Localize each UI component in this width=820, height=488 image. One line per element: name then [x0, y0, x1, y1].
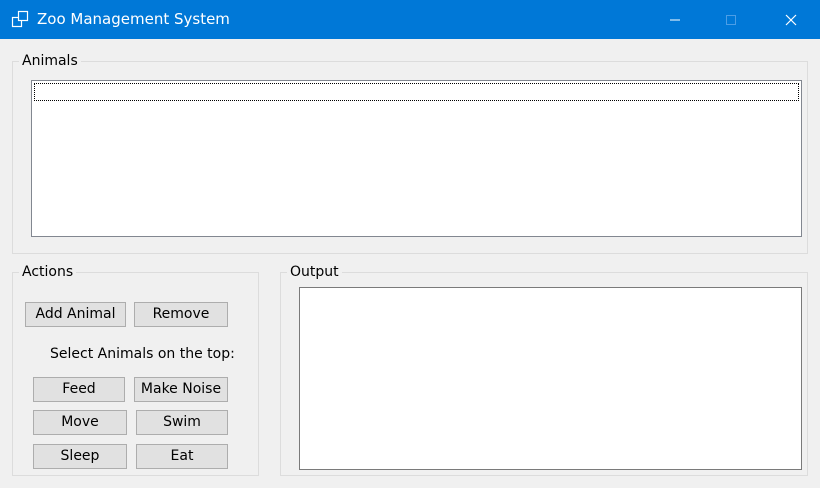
window-title: Zoo Management System [37, 10, 230, 28]
feed-button[interactable]: Feed [33, 377, 125, 402]
actions-groupbox: Actions Add Animal Remove Select Animals… [12, 263, 259, 476]
swim-button[interactable]: Swim [136, 410, 228, 435]
eat-button[interactable]: Eat [136, 444, 228, 469]
add-animal-button[interactable]: Add Animal [25, 302, 126, 327]
output-textbox[interactable] [299, 287, 802, 470]
output-groupbox: Output [280, 263, 808, 476]
minimize-button[interactable] [646, 0, 704, 39]
make-noise-button[interactable]: Make Noise [134, 377, 228, 402]
close-button[interactable] [762, 0, 820, 39]
actions-group-label: Actions [19, 263, 77, 281]
minimize-icon [670, 19, 680, 20]
list-focus-rectangle [34, 83, 799, 101]
animals-group-label: Animals [19, 52, 81, 70]
title-bar[interactable]: Zoo Management System [0, 0, 820, 39]
output-group-label: Output [287, 263, 342, 281]
sleep-button[interactable]: Sleep [33, 444, 127, 469]
app-icon [11, 10, 29, 28]
animals-groupbox: Animals [12, 52, 808, 254]
maximize-icon [726, 14, 736, 25]
animals-listbox[interactable] [31, 80, 802, 237]
maximize-button[interactable] [702, 0, 760, 39]
close-icon [785, 14, 797, 25]
select-animals-hint: Select Animals on the top: [50, 346, 235, 362]
window-client-area: Animals Actions Add Animal Remove Select… [0, 39, 820, 488]
remove-button[interactable]: Remove [134, 302, 228, 327]
move-button[interactable]: Move [33, 410, 127, 435]
